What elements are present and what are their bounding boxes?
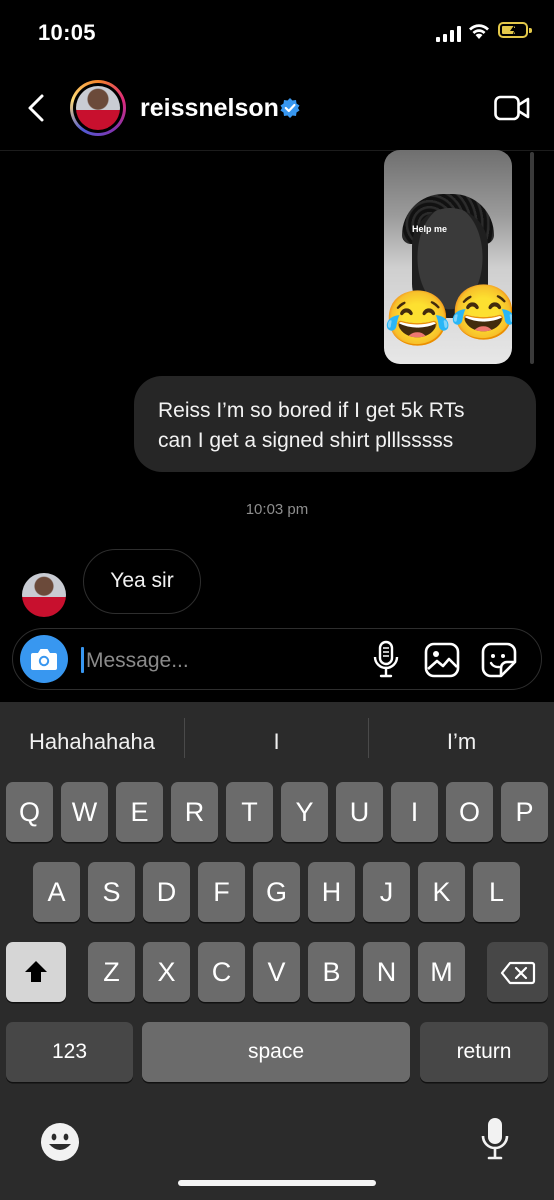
key-e[interactable]: E — [116, 782, 163, 842]
outgoing-message-bubble[interactable]: Reiss I’m so bored if I get 5k RTs can I… — [134, 376, 536, 472]
sender-avatar[interactable] — [22, 573, 66, 617]
suggestion-2[interactable]: I — [185, 720, 368, 764]
key-k[interactable]: K — [418, 862, 465, 922]
key-l[interactable]: L — [473, 862, 520, 922]
cellular-signal-icon — [436, 26, 462, 42]
keyboard: Hahahahaha I I’m Q W E R T Y U I O P A S… — [0, 702, 554, 1200]
key-h[interactable]: H — [308, 862, 355, 922]
gallery-icon[interactable] — [424, 642, 460, 678]
profile-avatar[interactable] — [70, 80, 126, 136]
key-q[interactable]: Q — [6, 782, 53, 842]
dictation-icon[interactable] — [480, 1116, 510, 1162]
key-x[interactable]: X — [143, 942, 190, 1002]
story-text: Help me — [412, 224, 448, 234]
status-time: 10:05 — [38, 20, 96, 45]
message-line: Reiss I’m so bored if I get 5k RTs — [158, 399, 465, 422]
message-input[interactable] — [86, 646, 346, 676]
key-f[interactable]: F — [198, 862, 245, 922]
laughing-crying-emoji: 😂 — [384, 289, 452, 349]
key-n[interactable]: N — [363, 942, 410, 1002]
space-key[interactable]: space — [142, 1022, 410, 1082]
text-cursor — [81, 647, 84, 673]
key-v[interactable]: V — [253, 942, 300, 1002]
camera-icon — [31, 649, 57, 670]
return-key[interactable]: return — [420, 1022, 548, 1082]
key-p[interactable]: P — [501, 782, 548, 842]
key-d[interactable]: D — [143, 862, 190, 922]
back-arrow-icon[interactable] — [24, 90, 52, 126]
home-indicator[interactable] — [178, 1180, 376, 1186]
suggestion-3[interactable]: I’m — [369, 720, 554, 764]
key-g[interactable]: G — [253, 862, 300, 922]
backspace-key[interactable] — [487, 942, 548, 1002]
emoji-icon[interactable] — [40, 1122, 80, 1162]
video-call-icon[interactable] — [494, 94, 530, 122]
numbers-key[interactable]: 123 — [6, 1022, 133, 1082]
key-u[interactable]: U — [336, 782, 383, 842]
key-a[interactable]: A — [33, 862, 80, 922]
key-z[interactable]: Z — [88, 942, 135, 1002]
suggestion-1[interactable]: Hahahahaha — [0, 720, 184, 764]
key-r[interactable]: R — [171, 782, 218, 842]
backspace-icon — [500, 961, 536, 985]
shift-icon — [25, 961, 47, 982]
story-reply-preview[interactable]: Help me 😂 😂 — [384, 150, 512, 364]
key-o[interactable]: O — [446, 782, 493, 842]
wifi-icon — [469, 24, 489, 39]
incoming-message-bubble[interactable]: Yea sir — [83, 549, 201, 614]
camera-button[interactable] — [20, 635, 68, 683]
laughing-crying-emoji: 😂 — [450, 283, 512, 343]
username[interactable]: reissnelson — [140, 94, 279, 123]
key-w[interactable]: W — [61, 782, 108, 842]
key-m[interactable]: M — [418, 942, 465, 1002]
shift-key[interactable] — [6, 942, 66, 1002]
key-b[interactable]: B — [308, 942, 355, 1002]
key-s[interactable]: S — [88, 862, 135, 922]
key-i[interactable]: I — [391, 782, 438, 842]
key-j[interactable]: J — [363, 862, 410, 922]
microphone-icon[interactable] — [372, 640, 400, 680]
sticker-icon[interactable] — [481, 642, 517, 678]
scrollbar[interactable] — [530, 152, 534, 364]
verified-badge-icon — [280, 98, 300, 118]
key-y[interactable]: Y — [281, 782, 328, 842]
message-line: can I get a signed shirt plllsssss — [158, 429, 454, 452]
message-timestamp: 10:03 pm — [245, 501, 309, 518]
key-t[interactable]: T — [226, 782, 273, 842]
battery-icon — [498, 22, 532, 38]
key-c[interactable]: C — [198, 942, 245, 1002]
